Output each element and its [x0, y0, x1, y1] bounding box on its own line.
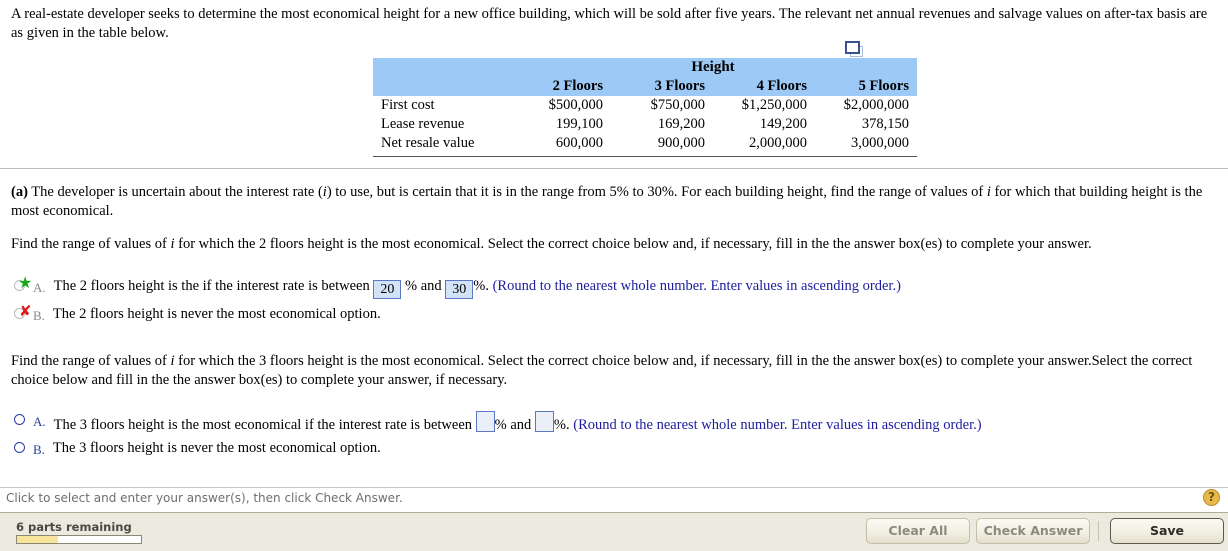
question-2-answer-box-high[interactable] — [534, 411, 554, 432]
radio-button[interactable] — [14, 442, 25, 453]
row-label-first-cost: First cost — [381, 97, 435, 113]
question-1-answer-box-high[interactable]: 30 — [445, 280, 474, 299]
row-label-net-resale-value: Net resale value — [373, 134, 509, 157]
question-1-answer-box-low[interactable]: 20 — [373, 280, 402, 299]
question-2-prompt: Find the range of values of i for which … — [11, 352, 1217, 391]
row-label-lease-revenue: Lease revenue — [381, 116, 465, 132]
cell-net-resale-3: 900,000 — [611, 134, 713, 157]
table-body: First cost $500,000 $750,000 $1,250,000 … — [373, 96, 917, 157]
copy-icon-front-sheet — [845, 41, 860, 54]
table-row: Lease revenue 199,100 169,200 149,200 37… — [373, 115, 917, 134]
cell-first-cost-3: $750,000 — [650, 97, 705, 113]
question-1-choice-a-after: %. — [473, 278, 489, 294]
progress-bar — [16, 535, 142, 544]
table-row: Net resale value 600,000 900,000 2,000,0… — [373, 134, 917, 157]
cell-net-resale-5: 3,000,000 — [815, 134, 917, 157]
question-2-choice-a-lead: The 3 floors height is the most economic… — [53, 417, 473, 433]
parts-remaining-label: 6 parts remaining — [16, 520, 132, 534]
question-1-choice-a[interactable]: ★ A. The 2 floors height is the if the i… — [14, 275, 901, 299]
height-data-table-wrapper: Height 2 Floors 3 Floors 4 Floors 5 Floo… — [373, 58, 917, 157]
cell-first-cost-2: $500,000 — [548, 97, 603, 113]
question-1-choice-a-hint: (Round to the nearest whole number. Ente… — [492, 278, 901, 294]
cell-lease-revenue-5: 378,150 — [861, 116, 909, 132]
cell-first-cost-5: $2,000,000 — [843, 97, 909, 113]
question-1-choice-a-radio-slot[interactable]: ★ — [14, 275, 32, 295]
problem-statement-text: A real-estate developer seeks to determi… — [11, 6, 1208, 42]
question-1-text-2: for which the 2 floors height is the mos… — [174, 236, 1092, 252]
save-button[interactable]: Save — [1110, 518, 1224, 544]
check-answer-button[interactable]: Check Answer — [976, 518, 1090, 544]
cell-lease-revenue-3: 169,200 — [657, 116, 705, 132]
question-1-choice-b-text: The 2 floors height is never the most ec… — [52, 306, 381, 322]
question-2-choice-a-mid: % and — [494, 417, 532, 433]
question-2-choice-a-hint: (Round to the nearest whole number. Ente… — [573, 417, 982, 433]
question-mark-icon[interactable]: ? — [1203, 489, 1220, 506]
question-2-choice-a-radio-slot[interactable] — [14, 413, 30, 429]
question-1-choice-b-radio-slot[interactable]: ✘ — [14, 302, 32, 323]
table-group-header: Height — [509, 58, 917, 77]
status-message: Click to select and enter your answer(s)… — [6, 491, 403, 505]
table-col-header-2-floors: 2 Floors — [509, 77, 611, 96]
cell-first-cost-4: $1,250,000 — [741, 97, 807, 113]
cell-lease-revenue-2: 199,100 — [555, 116, 603, 132]
table-col-header-3-floors: 3 Floors — [611, 77, 713, 96]
question-1-choice-b-letter: B. — [33, 308, 45, 323]
table-group-header-row: Height — [373, 58, 917, 77]
cell-net-resale-2: 600,000 — [509, 134, 611, 157]
question-2-choice-b-letter: B. — [33, 442, 45, 457]
copy-window-icon[interactable] — [845, 41, 863, 57]
part-a-label: (a) — [11, 184, 28, 200]
radio-button[interactable] — [14, 414, 25, 425]
toolbar-separator — [1098, 521, 1099, 541]
question-1-choice-a-text: The 2 floors height is the if the intere… — [54, 277, 901, 299]
question-2-choice-b-radio-slot[interactable] — [14, 441, 30, 457]
table-corner-cell — [373, 58, 509, 77]
cell-lease-revenue-4: 149,200 — [759, 116, 807, 132]
question-2-choice-b[interactable]: B. The 3 floors height is never the most… — [14, 439, 381, 459]
question-1-choice-a-mid: % and — [404, 278, 442, 294]
table-head: Height 2 Floors 3 Floors 4 Floors 5 Floo… — [373, 58, 917, 96]
question-1-choice-b[interactable]: ✘ B. The 2 floors height is never the mo… — [14, 302, 381, 325]
incorrect-cross-icon: ✘ — [19, 302, 32, 320]
question-2-choice-a-after: %. — [553, 417, 570, 433]
question-2-choice-a-letter: A. — [33, 414, 46, 429]
question-2-text-1: Find the range of values of — [11, 353, 171, 369]
part-a-text-1: The developer is uncertain about the int… — [27, 184, 323, 200]
table-row: First cost $500,000 $750,000 $1,250,000 … — [373, 96, 917, 115]
question-2-text-2: for which the 3 floors height is the mos… — [11, 353, 1193, 389]
question-2-choice-a-text: The 3 floors height is the most economic… — [54, 411, 982, 435]
cell-net-resale-4: 2,000,000 — [713, 134, 815, 157]
section-divider — [0, 168, 1228, 169]
question-2-choice-b-text: The 3 floors height is never the most ec… — [52, 440, 381, 456]
question-2-choice-a[interactable]: A. The 3 floors height is the most econo… — [14, 411, 982, 435]
height-data-table: Height 2 Floors 3 Floors 4 Floors 5 Floo… — [373, 58, 917, 157]
question-1-choice-a-lead: The 2 floors height is the if the intere… — [53, 278, 370, 294]
question-2-answer-box-low[interactable] — [475, 411, 495, 432]
correct-star-icon: ★ — [18, 273, 33, 292]
part-a-prompt: (a) The developer is uncertain about the… — [11, 183, 1217, 222]
table-column-header-row: 2 Floors 3 Floors 4 Floors 5 Floors — [373, 77, 917, 96]
question-1-prompt: Find the range of values of i for which … — [11, 235, 1217, 254]
clear-all-button[interactable]: Clear All — [866, 518, 970, 544]
question-1-text-1: Find the range of values of — [11, 236, 171, 252]
table-rowlabel-header — [373, 77, 509, 96]
progress-bar-fill — [17, 536, 58, 543]
part-a-text-2: ) to use, but is certain that it is in t… — [326, 184, 987, 200]
table-col-header-4-floors: 4 Floors — [713, 77, 815, 96]
problem-statement: A real-estate developer seeks to determi… — [11, 5, 1219, 44]
question-1-choice-a-letter: A. — [33, 280, 46, 295]
table-col-header-5-floors: 5 Floors — [815, 77, 917, 96]
